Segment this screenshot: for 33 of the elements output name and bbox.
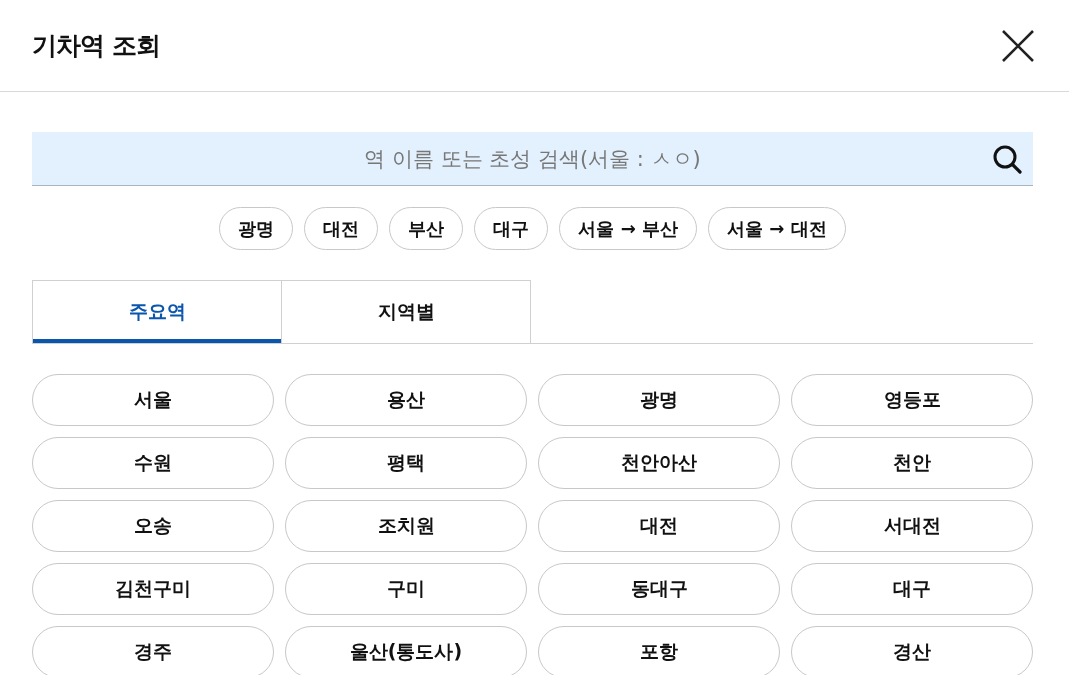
station-button[interactable]: 동대구 — [538, 563, 780, 615]
search-field[interactable]: 역 이름 또는 초성 검색(서울 : ㅅㅇ) — [32, 132, 1033, 186]
station-button[interactable]: 수원 — [32, 437, 274, 489]
station-button[interactable]: 포항 — [538, 626, 780, 675]
window-title: 기차역 조회 — [32, 30, 160, 62]
tab[interactable]: 지역별 — [281, 280, 531, 343]
station-button[interactable]: 천안 — [791, 437, 1033, 489]
station-button[interactable]: 대구 — [791, 563, 1033, 615]
search-icon — [992, 144, 1022, 174]
station-button[interactable]: 용산 — [285, 374, 527, 426]
station-button[interactable]: 울산(통도사) — [285, 626, 527, 675]
station-button[interactable]: 대전 — [538, 500, 780, 552]
close-icon — [1001, 28, 1035, 63]
quick-search-chip[interactable]: 대전 — [304, 207, 379, 250]
station-button[interactable]: 오송 — [32, 500, 274, 552]
tab[interactable]: 주요역 — [32, 280, 282, 343]
station-button[interactable]: 서울 — [32, 374, 274, 426]
station-button[interactable]: 경주 — [32, 626, 274, 675]
quick-search-chip[interactable]: 서울 → 대전 — [708, 207, 846, 250]
station-button[interactable]: 천안아산 — [538, 437, 780, 489]
station-button[interactable]: 경산 — [791, 626, 1033, 675]
station-button[interactable]: 구미 — [285, 563, 527, 615]
station-button[interactable]: 김천구미 — [32, 563, 274, 615]
quick-search-chip[interactable]: 서울 → 부산 — [559, 207, 697, 250]
station-button[interactable]: 영등포 — [791, 374, 1033, 426]
quick-search-chip[interactable]: 대구 — [474, 207, 549, 250]
quick-search-chip[interactable]: 부산 — [389, 207, 464, 250]
station-button[interactable]: 평택 — [285, 437, 527, 489]
quick-search-chip[interactable]: 광명 — [219, 207, 294, 250]
station-button[interactable]: 광명 — [538, 374, 780, 426]
station-button[interactable]: 조치원 — [285, 500, 527, 552]
close-button[interactable] — [1001, 28, 1035, 63]
station-button[interactable]: 서대전 — [791, 500, 1033, 552]
